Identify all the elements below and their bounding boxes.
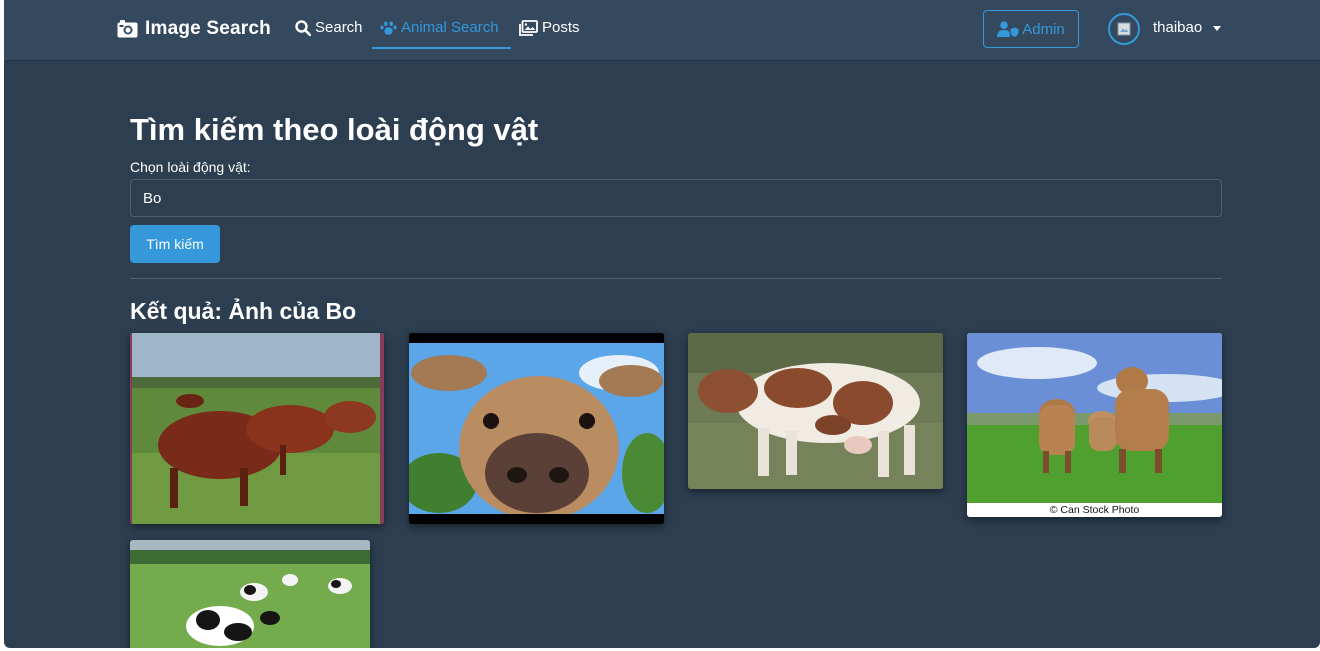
brand[interactable]: Image Search: [117, 18, 271, 40]
image-caption: © Can Stock Photo: [1049, 504, 1140, 516]
page-title: Tìm kiếm theo loài động vật: [130, 112, 539, 147]
nav-posts-label: Posts: [542, 19, 580, 36]
result-image[interactable]: [130, 333, 384, 524]
active-tab-indicator: [372, 47, 511, 49]
nav-search[interactable]: Search: [295, 19, 363, 36]
result-image[interactable]: [688, 333, 943, 489]
camera-icon: [117, 20, 138, 38]
result-image[interactable]: [409, 333, 664, 524]
nav-search-label: Search: [315, 19, 363, 36]
navbar: Image Search Search Animal Search Posts …: [4, 0, 1320, 61]
animal-search-input[interactable]: [130, 179, 1222, 217]
broken-image-icon: [1117, 22, 1131, 36]
animal-select-label: Chọn loài động vật:: [130, 159, 251, 175]
result-image[interactable]: [130, 540, 370, 648]
nav-animal-search-label: Animal Search: [401, 19, 499, 36]
user-shield-icon: [997, 21, 1019, 37]
paw-icon: [380, 21, 397, 35]
result-image[interactable]: © Can Stock Photo: [967, 333, 1222, 517]
avatar[interactable]: [1108, 13, 1140, 45]
nav-animal-search[interactable]: Animal Search: [380, 19, 499, 36]
admin-label: Admin: [1022, 20, 1065, 38]
app-frame: Image Search Search Animal Search Posts …: [4, 0, 1320, 648]
user-menu-name[interactable]: thaibao: [1153, 19, 1202, 36]
admin-button[interactable]: Admin: [983, 10, 1079, 48]
divider: [130, 278, 1222, 279]
results-title: Kết quả: Ảnh của Bo: [130, 298, 357, 324]
brand-label: Image Search: [145, 18, 271, 39]
nav-posts[interactable]: Posts: [519, 19, 580, 36]
caret-down-icon[interactable]: [1213, 26, 1221, 31]
images-icon: [519, 19, 538, 36]
search-submit-button[interactable]: Tìm kiếm: [130, 225, 220, 263]
search-icon: [295, 19, 311, 36]
